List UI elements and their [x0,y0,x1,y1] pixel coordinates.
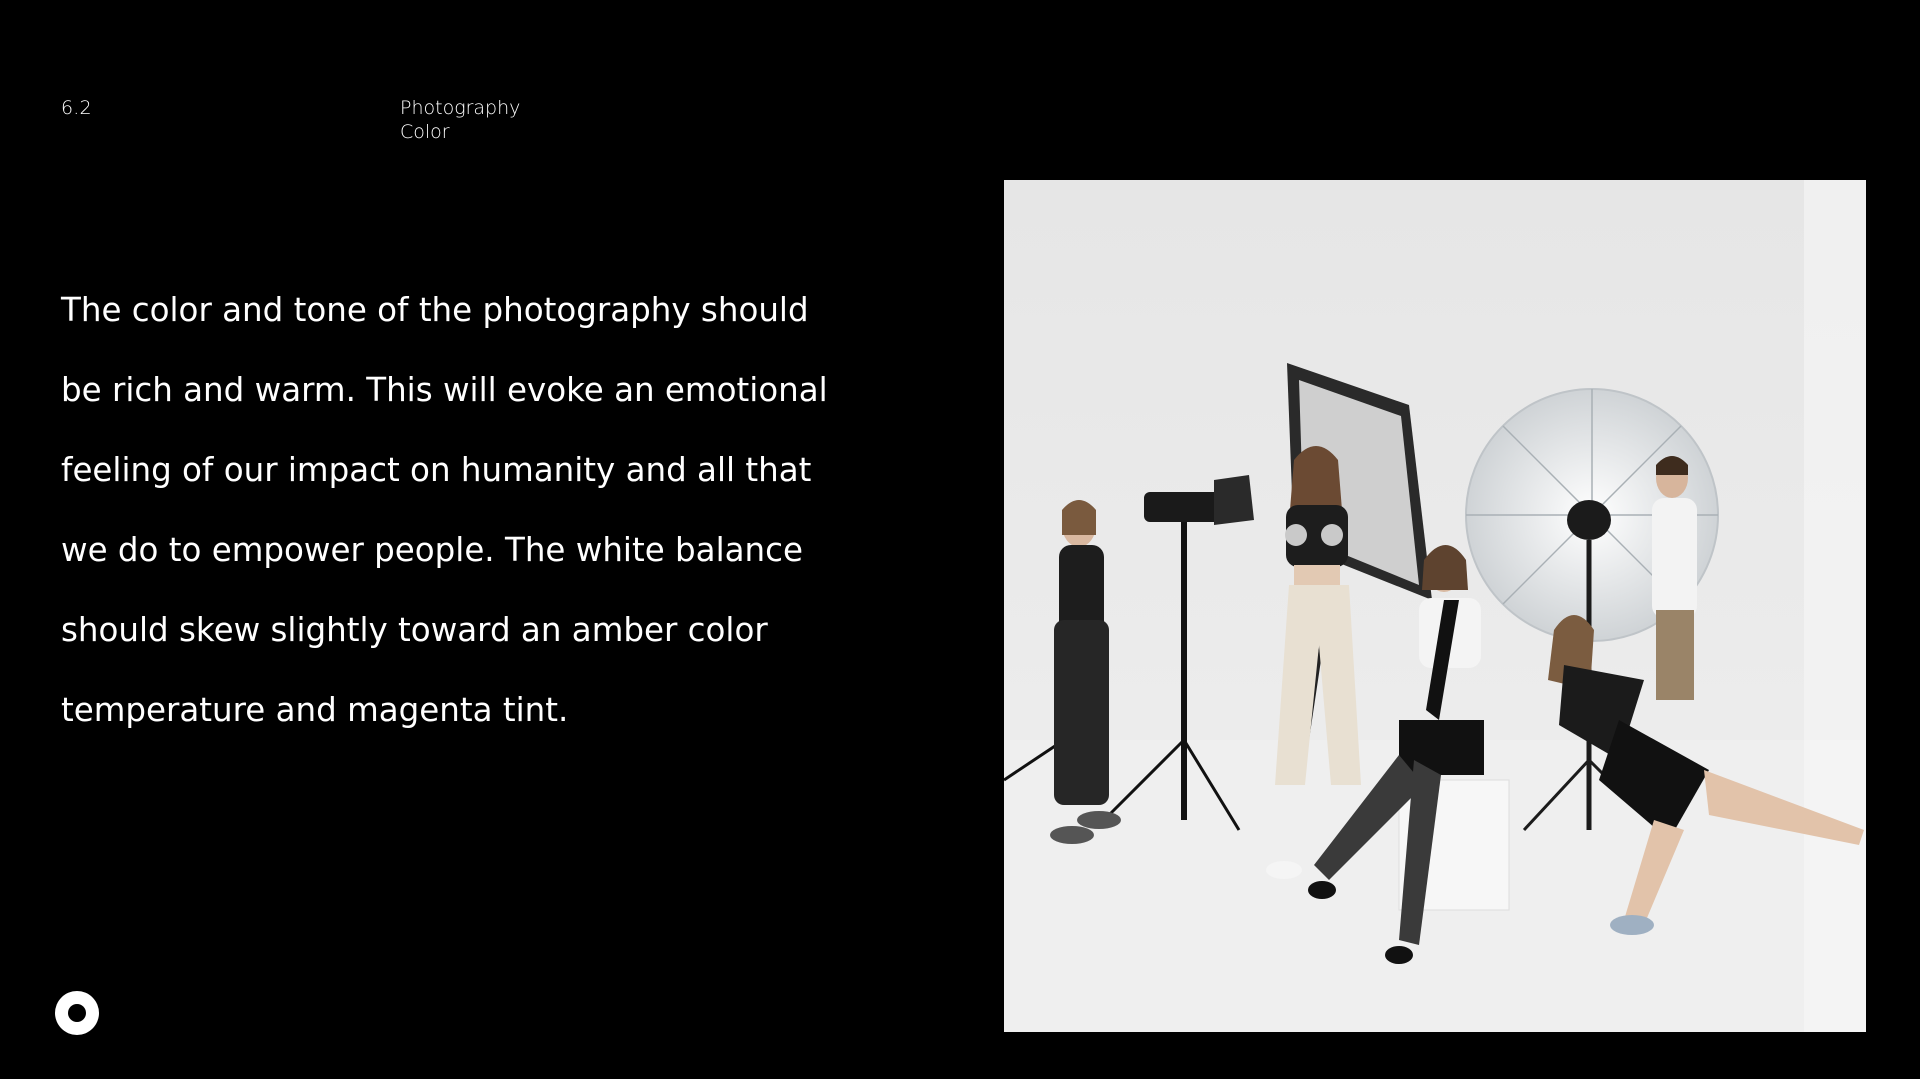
studio-photo [1004,180,1866,1032]
section-subtitle: Color [400,121,450,143]
ring-logo-icon [55,991,99,1035]
body-line: The color and tone of the photography sh… [61,291,809,329]
section-number: 6.2 [61,97,92,119]
body-line: we do to empower people. The white balan… [61,531,803,569]
section-title: Photography [400,97,521,119]
body-line: feeling of our impact on humanity and al… [61,451,812,489]
section-breadcrumb: Photography Color [400,96,520,144]
body-line: temperature and magenta tint. [61,691,569,729]
body-line: should skew slightly toward an amber col… [61,611,768,649]
body-line: be rich and warm. This will evoke an emo… [61,371,828,409]
studio-photo-illustration [1004,180,1866,1032]
body-paragraph: The color and tone of the photography sh… [61,250,861,770]
